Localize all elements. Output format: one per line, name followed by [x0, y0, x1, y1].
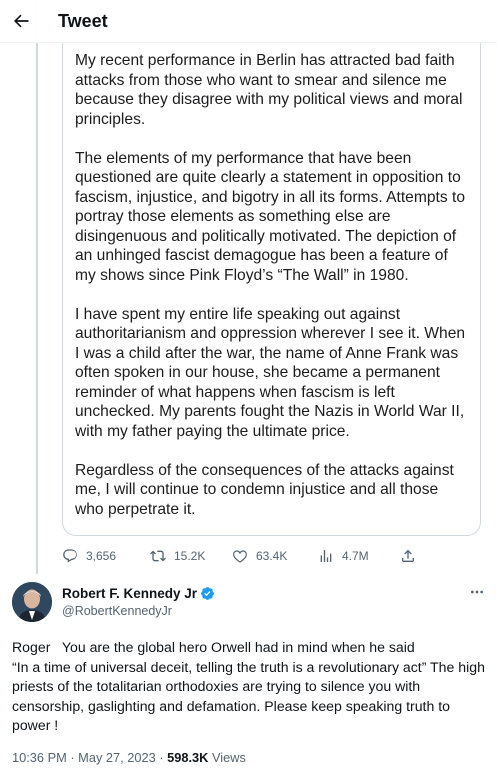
retweet-icon [150, 550, 166, 562]
tweet-media-image[interactable]: My recent performance in Berlin has attr… [62, 0, 481, 536]
more-options-button[interactable] [467, 584, 487, 600]
separator-dot: · [70, 750, 79, 765]
bar-chart-icon [320, 550, 332, 562]
views-button[interactable]: 4.7M [318, 548, 369, 564]
arrow-left-icon [14, 14, 29, 28]
thread-connector-line [36, 0, 38, 574]
separator-dot: · [159, 750, 168, 765]
retweet-count: 15.2K [174, 549, 206, 563]
heart-icon [233, 550, 247, 563]
statement-paragraph: The elements of my performance that have… [75, 149, 465, 284]
tweet-text: Roger You are the global hero Orwell had… [12, 639, 485, 734]
retweet-button[interactable]: 15.2K [150, 548, 205, 564]
like-button[interactable]: 63.4K [232, 548, 287, 564]
reply-icon [63, 549, 77, 563]
tweet-views-label: Views [211, 750, 246, 765]
reply-count: 3,656 [86, 549, 117, 563]
statement-paragraph: I have spent my entire life speaking out… [75, 305, 466, 440]
top-header: Tweet [0, 0, 497, 43]
reply-button[interactable]: 3,656 [62, 548, 116, 564]
statement-text: My recent performance in Berlin has attr… [75, 51, 470, 535]
back-button[interactable] [4, 4, 38, 38]
view-count: 4.7M [342, 549, 369, 563]
statement-paragraph: Regardless of the consequences of the at… [75, 461, 454, 518]
like-count: 63.4K [256, 549, 288, 563]
verified-badge-icon [201, 587, 214, 600]
avatar-portrait-icon [12, 582, 52, 622]
tweet-actions-bar: 3,656 15.2K 63.4K 4.7M [62, 546, 422, 566]
more-horizontal-icon [471, 590, 483, 594]
page-title: Tweet [58, 10, 108, 31]
tweet-timestamp-row: 10:36 PM · May 27, 2023 · 598.3K Views [12, 750, 246, 765]
share-button[interactable] [400, 548, 424, 564]
author-handle[interactable]: @RobertKennedyJr [62, 604, 172, 618]
avatar[interactable] [12, 582, 52, 622]
tweet-views-count: 598.3K [167, 750, 209, 765]
author-name: Robert F. Kennedy Jr [62, 586, 198, 601]
reply-author-row: Robert F. Kennedy Jr @RobertKennedyJr [12, 582, 487, 626]
share-icon [402, 549, 414, 562]
tweet-date[interactable]: May 27, 2023 [78, 750, 156, 765]
author-name-row[interactable]: Robert F. Kennedy Jr [62, 586, 215, 601]
statement-paragraph: My recent performance in Berlin has attr… [75, 52, 463, 128]
tweet-time[interactable]: 10:36 PM [12, 750, 67, 765]
